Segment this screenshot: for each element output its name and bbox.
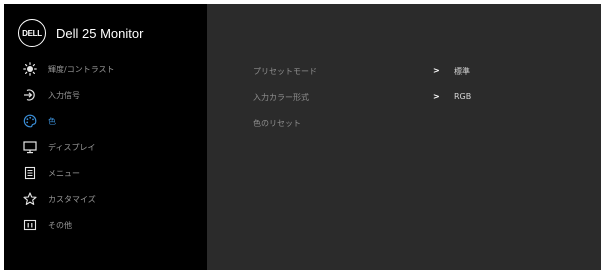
- info-icon: [22, 217, 38, 233]
- sidebar-item-label: 輝度/コントラスト: [48, 64, 115, 74]
- sidebar-item-menu[interactable]: メニュー: [4, 160, 207, 186]
- row-label: 入力カラー形式: [253, 93, 309, 102]
- input-source-icon: [22, 87, 38, 103]
- sidebar-item-label: カスタマイズ: [48, 194, 96, 204]
- row-value: RGB: [454, 92, 472, 101]
- sidebar-item-label: メニュー: [48, 168, 80, 178]
- row-value: 標準: [454, 67, 470, 76]
- monitor-title: Dell 25 Monitor: [56, 25, 144, 41]
- sidebar-item-label: その他: [48, 220, 72, 230]
- color-palette-icon: [22, 113, 38, 129]
- sidebar-item-others[interactable]: その他: [4, 212, 207, 238]
- monitor-osd: DELL Dell 25 Monitor 輝度/コントラスト 入力信号 色 ディ…: [4, 4, 601, 270]
- star-icon: [22, 191, 38, 207]
- menu-icon: [22, 165, 38, 181]
- sidebar-item-label: ディスプレイ: [48, 142, 96, 152]
- row-label: 色のリセット: [253, 119, 301, 128]
- sidebar-menu: 輝度/コントラスト 入力信号 色 ディスプレイ メニュー カスタマイズ その他: [4, 56, 207, 238]
- sidebar-item-input-source[interactable]: 入力信号: [4, 82, 207, 108]
- sidebar-item-personalize[interactable]: カスタマイズ: [4, 186, 207, 212]
- sidebar-item-label: 入力信号: [48, 90, 80, 100]
- row-label: プリセットモード: [253, 67, 317, 76]
- submenu-panel: プリセットモード > 標準 入力カラー形式 > RGB 色のリセット: [207, 4, 601, 270]
- sidebar-item-label: 色: [48, 116, 56, 126]
- brightness-icon: [22, 61, 38, 77]
- chevron-right-icon: >: [433, 92, 440, 101]
- osd-header: DELL Dell 25 Monitor: [18, 19, 143, 47]
- sidebar-item-display[interactable]: ディスプレイ: [4, 134, 207, 160]
- display-icon: [22, 139, 38, 155]
- sidebar-item-color[interactable]: 色: [4, 108, 207, 134]
- sidebar-item-brightness-contrast[interactable]: 輝度/コントラスト: [4, 56, 207, 82]
- chevron-right-icon: >: [433, 66, 440, 75]
- dell-logo: DELL: [18, 19, 46, 47]
- sidebar: DELL Dell 25 Monitor 輝度/コントラスト 入力信号 色 ディ…: [4, 4, 207, 270]
